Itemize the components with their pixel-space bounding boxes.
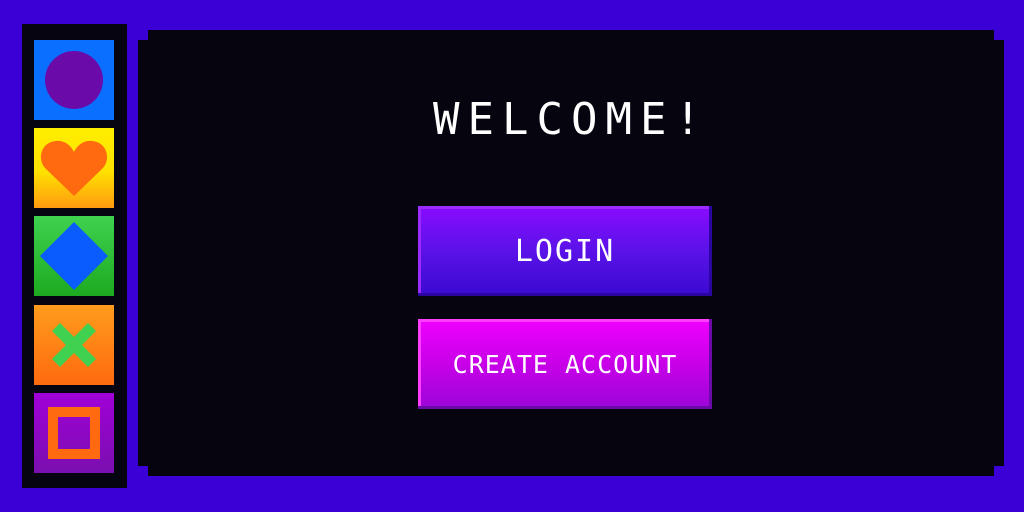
sidebar-item-square[interactable] [34, 393, 114, 473]
sidebar [22, 24, 127, 488]
main-panel: WELCOME! LOGIN CREATE ACCOUNT [138, 30, 1004, 476]
login-button[interactable]: LOGIN [418, 206, 712, 296]
cross-icon [46, 317, 102, 373]
sidebar-item-heart[interactable] [34, 128, 114, 208]
heart-icon [40, 138, 108, 198]
sidebar-item-circle[interactable] [34, 40, 114, 120]
sidebar-item-diamond[interactable] [34, 216, 114, 296]
page-title: WELCOME! [433, 94, 709, 145]
diamond-icon [39, 221, 109, 291]
sidebar-item-cross[interactable] [34, 305, 114, 385]
circle-icon [44, 50, 104, 110]
square-icon [48, 407, 100, 459]
create-account-button[interactable]: CREATE ACCOUNT [418, 319, 712, 409]
